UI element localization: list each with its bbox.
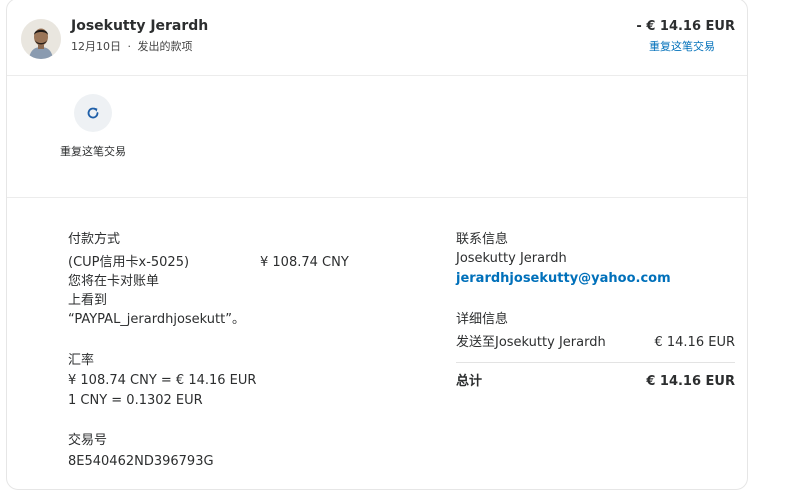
exchange-rate-line1: ¥ 108.74 CNY = € 14.16 EUR [68, 373, 257, 388]
refresh-icon [87, 107, 99, 119]
details-divider [456, 362, 735, 363]
payment-method-title: 付款方式 [68, 232, 121, 247]
total-amount: € 14.16 EUR [646, 374, 735, 389]
repeat-button-label: 重复这笔交易 [60, 145, 126, 158]
transaction-date: 12月10日 [71, 40, 121, 53]
total-label: 总计 [456, 374, 483, 389]
transaction-header: Josekutty Jerardh 12月10日 · 发出的款项 - € 14.… [7, 0, 747, 76]
transaction-card: Josekutty Jerardh 12月10日 · 发出的款项 - € 14.… [6, 0, 748, 490]
exchange-rate-line2: 1 CNY = 0.1302 EUR [68, 393, 203, 408]
subtitle-separator: · [127, 40, 132, 53]
counterparty-name: Josekutty Jerardh [71, 18, 209, 34]
action-bar: 重复这笔交易 [7, 76, 747, 198]
statement-note-line1: 您将在卡对账单 [68, 274, 160, 289]
transaction-subtitle: 12月10日 · 发出的款项 [71, 38, 193, 54]
details-title: 详细信息 [456, 312, 509, 327]
repeat-transaction-link[interactable]: 重复这笔交易 [649, 38, 715, 54]
transaction-id-title: 交易号 [68, 433, 108, 448]
exchange-rate-title: 汇率 [68, 353, 95, 368]
payment-method: (CUP信用卡x-5025) [68, 255, 190, 270]
transaction-type: 发出的款项 [137, 40, 193, 53]
sent-to-label: 发送至Josekutty Jerardh [456, 335, 606, 350]
repeat-transaction-button[interactable]: 重复这笔交易 [59, 94, 127, 159]
avatar [21, 19, 61, 59]
transaction-amount: - € 14.16 EUR [636, 19, 735, 34]
payment-method-amount: ¥ 108.74 CNY [260, 255, 349, 270]
transaction-id: 8E540462ND396793G [68, 454, 214, 469]
contact-name: Josekutty Jerardh [456, 251, 567, 266]
contact-info-title: 联系信息 [456, 232, 509, 247]
avatar-photo-icon [21, 19, 61, 59]
sent-to-amount: € 14.16 EUR [654, 335, 735, 350]
repeat-button-circle[interactable] [74, 94, 112, 132]
statement-note-line2: 上看到 [68, 293, 108, 308]
statement-note-line3: “PAYPAL_jerardhjosekutt”。 [68, 312, 245, 327]
contact-email-link[interactable]: jerardhjosekutty@yahoo.com [456, 271, 671, 286]
